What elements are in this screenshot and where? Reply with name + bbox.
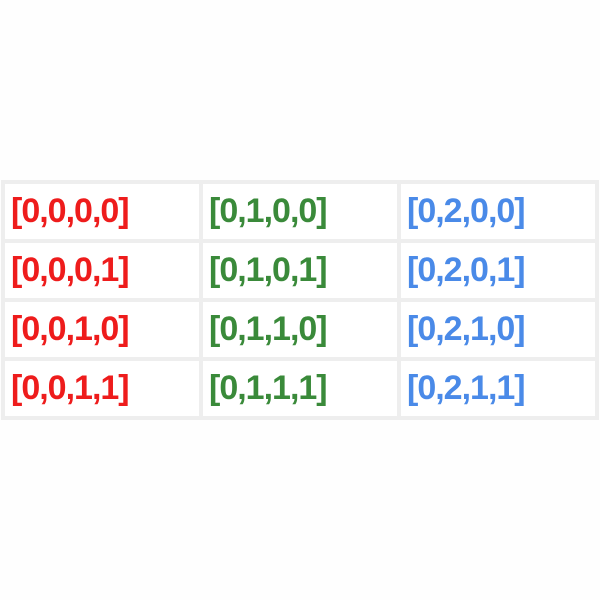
grid-cell: [0,2,0,0] bbox=[401, 184, 595, 239]
grid-cell: [0,1,1,1] bbox=[203, 361, 397, 416]
grid-cell: [0,1,0,0] bbox=[203, 184, 397, 239]
grid-cell: [0,2,1,1] bbox=[401, 361, 595, 416]
grid-cell: [0,0,0,1] bbox=[5, 243, 199, 298]
grid-cell: [0,0,1,1] bbox=[5, 361, 199, 416]
grid-cell: [0,2,1,0] bbox=[401, 302, 595, 357]
grid-cell: [0,2,0,1] bbox=[401, 243, 595, 298]
grid-cell: [0,1,0,1] bbox=[203, 243, 397, 298]
index-grid: [0,0,0,0] [0,1,0,0] [0,2,0,0] [0,0,0,1] … bbox=[1, 180, 599, 420]
grid-cell: [0,0,1,0] bbox=[5, 302, 199, 357]
grid-cell: [0,0,0,0] bbox=[5, 184, 199, 239]
grid-cell: [0,1,1,0] bbox=[203, 302, 397, 357]
